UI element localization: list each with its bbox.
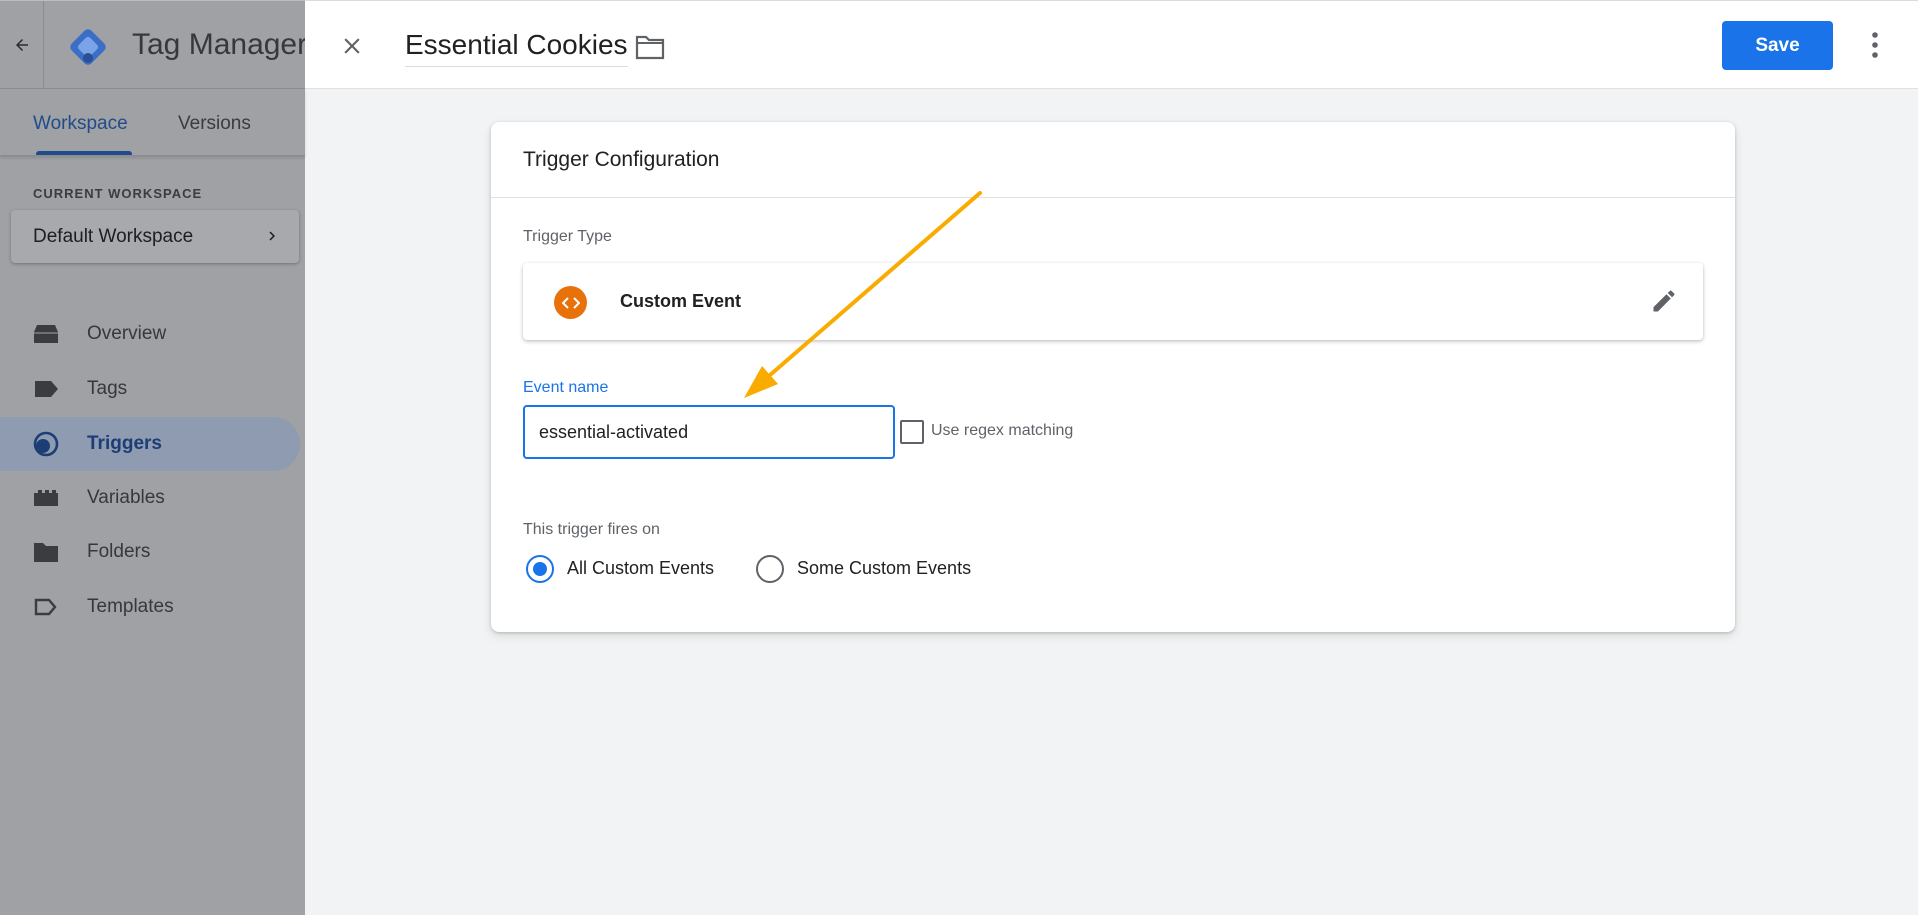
current-workspace-label: CURRENT WORKSPACE [33, 186, 203, 201]
trigger-type-name: Custom Event [620, 291, 742, 311]
sidebar-item-variables[interactable]: Variables [0, 471, 300, 525]
tag-manager-logo-icon [70, 29, 106, 65]
radio-some-custom-events[interactable] [756, 555, 784, 583]
app-title: Tag Manager [132, 28, 308, 61]
chevron-right-icon [269, 231, 275, 241]
more-vert-icon[interactable] [1863, 29, 1887, 61]
arrow-back-icon [15, 39, 28, 51]
event-name-label: Event name [523, 379, 609, 396]
sidebar-item-label: Templates [87, 596, 174, 617]
regex-checkbox[interactable] [900, 420, 924, 444]
overview-icon [33, 321, 59, 347]
radio-selected-dot [533, 562, 547, 576]
close-icon[interactable] [339, 33, 365, 59]
tag-icon [33, 376, 59, 402]
card-title: Trigger Configuration [523, 148, 720, 171]
event-name-input[interactable] [523, 405, 895, 459]
tab-versions[interactable]: Versions [178, 113, 251, 135]
trigger-configuration-card: Trigger Configuration Trigger Type Custo… [491, 122, 1735, 632]
variables-icon [33, 485, 59, 511]
regex-label: Use regex matching [931, 422, 1074, 439]
trigger-type-label: Trigger Type [523, 228, 612, 245]
sidebar-item-label: Overview [87, 323, 167, 344]
pencil-edit-icon[interactable] [1650, 287, 1678, 315]
card-divider [491, 197, 1735, 198]
trigger-type-selector[interactable]: Custom Event [523, 263, 1703, 340]
radio-label-some[interactable]: Some Custom Events [797, 558, 971, 579]
template-icon [33, 594, 59, 620]
sidebar-item-folders[interactable]: Folders [0, 525, 300, 579]
trigger-name-field[interactable]: Essential Cookies [405, 29, 628, 67]
sidebar-item-templates[interactable]: Templates [0, 580, 300, 634]
save-button[interactable]: Save [1722, 21, 1833, 70]
sidebar-item-tags[interactable]: Tags [0, 362, 300, 416]
workspace-selector[interactable]: Default Workspace [11, 210, 299, 263]
sidebar-item-label: Tags [87, 378, 128, 399]
folder-outline-icon[interactable] [635, 33, 665, 61]
fires-on-label: This trigger fires on [523, 521, 660, 538]
app-header: Tag Manager [0, 0, 308, 89]
sidebar-item-label: Folders [87, 541, 151, 562]
back-button[interactable] [0, 1, 44, 89]
tab-workspace[interactable]: Workspace [33, 113, 128, 135]
editor-header: Essential Cookies Save [305, 0, 1918, 89]
custom-event-icon [554, 286, 587, 319]
radio-all-custom-events[interactable] [526, 555, 554, 583]
sidebar-item-overview[interactable]: Overview [0, 307, 300, 361]
workspace-tabs: Workspace Versions [0, 88, 305, 156]
trigger-icon [33, 431, 59, 457]
radio-label-all[interactable]: All Custom Events [567, 558, 714, 579]
folder-icon [33, 539, 59, 565]
workspace-name: Default Workspace [33, 225, 194, 247]
sidebar-item-label: Variables [87, 487, 165, 508]
sidebar-item-triggers[interactable]: Triggers [0, 417, 300, 471]
active-tab-indicator [36, 151, 132, 155]
sidebar-item-label: Triggers [87, 433, 162, 454]
sidebar: Tag Manager Workspace Versions CURRENT W… [0, 0, 308, 915]
